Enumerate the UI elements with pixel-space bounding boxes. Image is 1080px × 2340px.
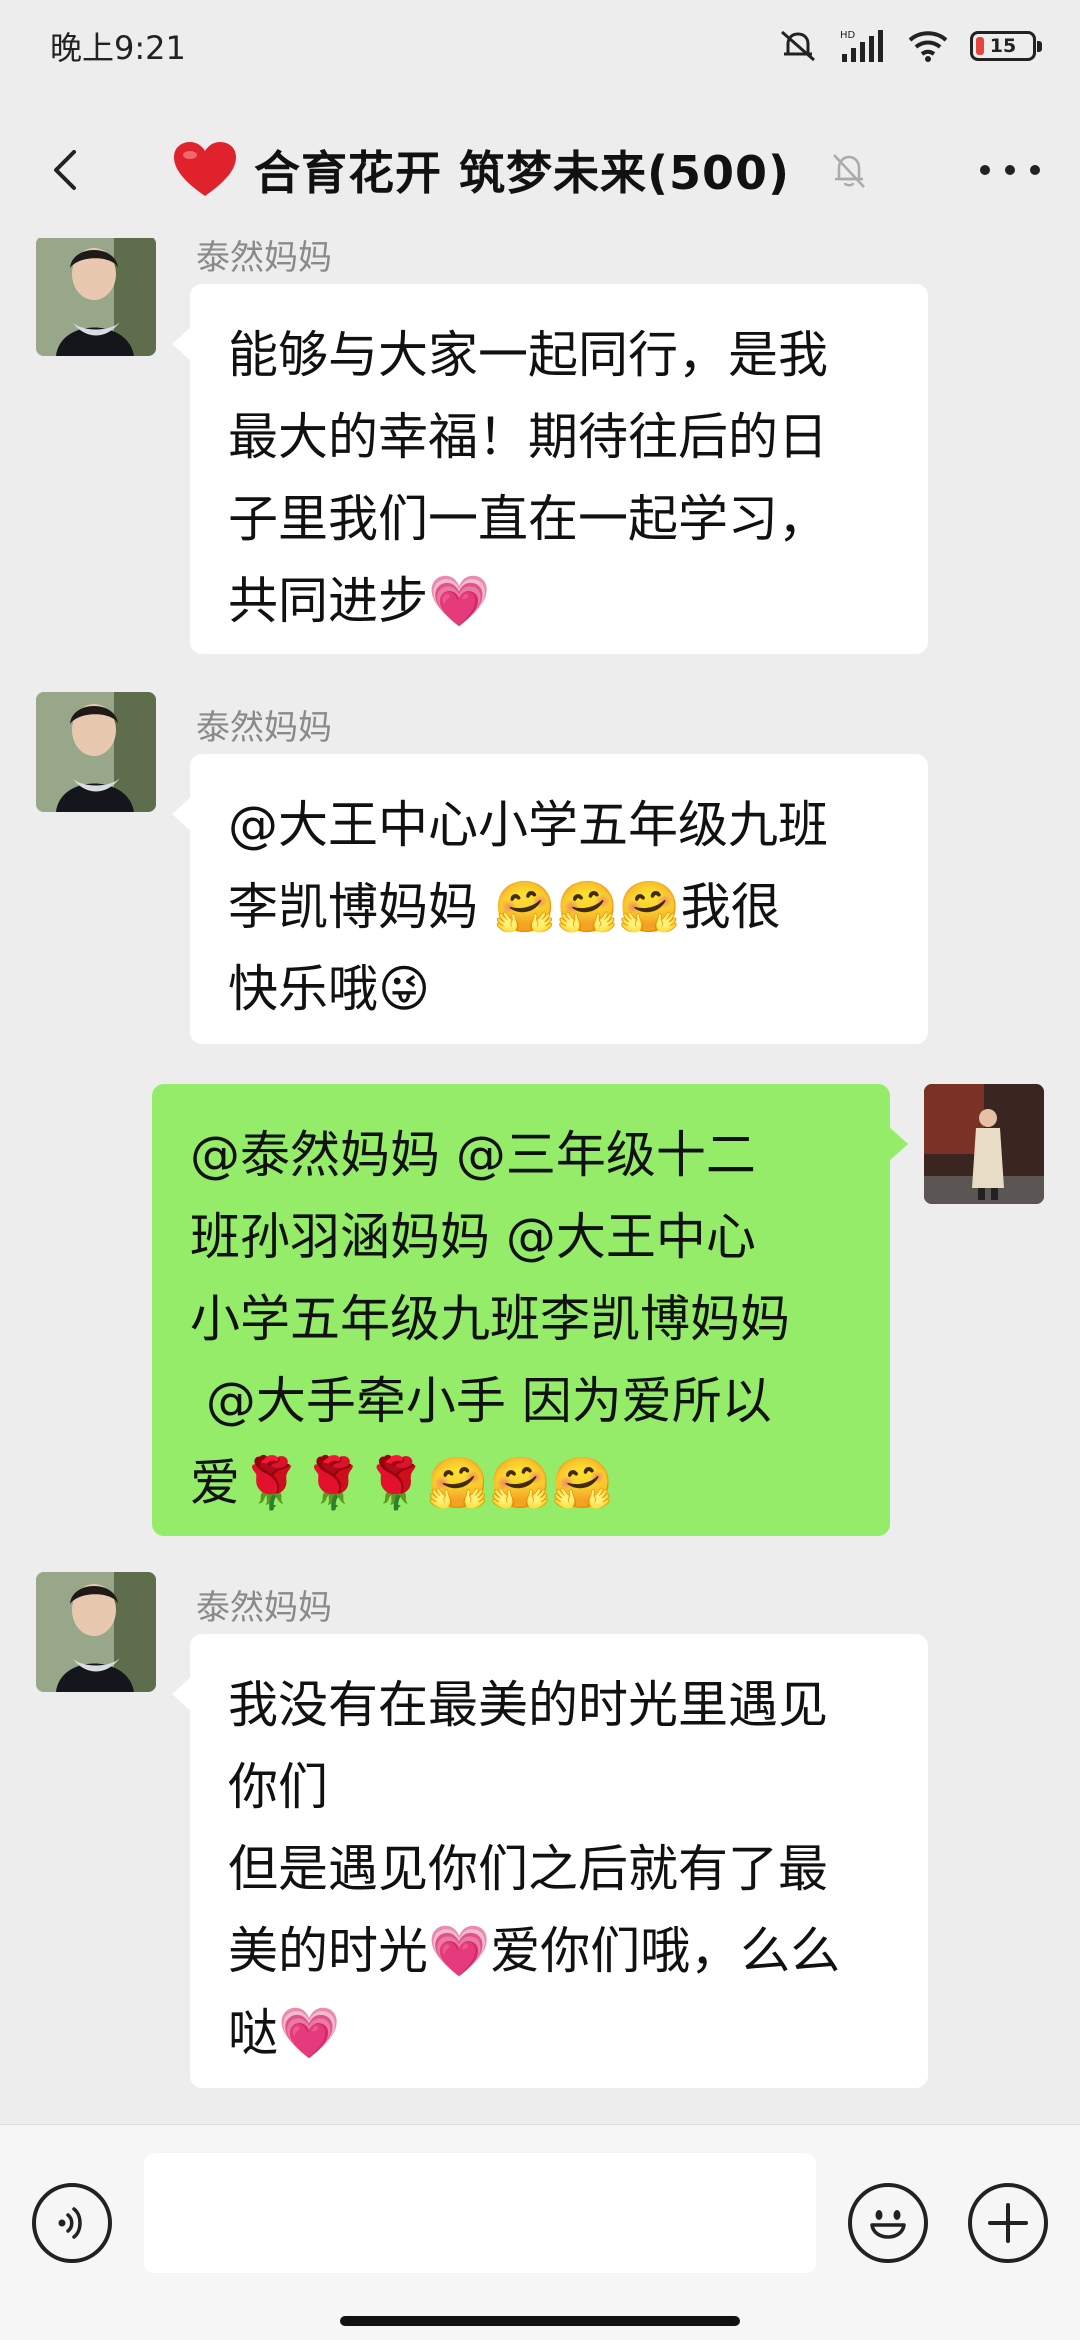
plus-sign-icon bbox=[988, 2203, 1028, 2243]
voice-wave-icon bbox=[58, 2207, 82, 2239]
emoji-icon[interactable] bbox=[848, 2183, 928, 2263]
chat-title: 合育花开 筑梦未来(500) bbox=[254, 146, 791, 200]
battery-fill bbox=[976, 37, 984, 55]
more-dot bbox=[980, 165, 990, 175]
avatar[interactable] bbox=[36, 692, 156, 812]
chat-input-bar bbox=[0, 2124, 1080, 2340]
bell-off-icon bbox=[833, 154, 866, 188]
message-bubble[interactable]: 能够与大家一起同行，是我 最大的幸福！期待往后的日 子里我们一直在一起学习， 共… bbox=[172, 284, 928, 654]
network-hd-label: HD bbox=[840, 30, 856, 41]
avatar[interactable] bbox=[36, 1572, 156, 1692]
status-time: 晚上9:21 bbox=[50, 29, 186, 67]
avatar-woman-image bbox=[36, 1572, 156, 1692]
status-icons: HD 15 bbox=[778, 28, 1042, 64]
message-bubble-self[interactable]: @泰然妈妈 @三年级十二 班孙羽涵妈妈 @大王中心 小学五年级九班李凯博妈妈 @… bbox=[152, 1084, 908, 1536]
message-bubble[interactable]: @大王中心小学五年级九班 李凯博妈妈 🤗🤗🤗我很 快乐哦😜 bbox=[172, 754, 928, 1044]
avatar-woman-image bbox=[36, 238, 156, 356]
battery-level: 15 bbox=[989, 35, 1017, 57]
more-dot bbox=[1005, 165, 1015, 175]
status-bar: 晚上9:21 HD 15 bbox=[0, 0, 1080, 92]
avatar-woman-image bbox=[36, 692, 156, 812]
avatar-self[interactable] bbox=[924, 1084, 1044, 1204]
chat-header: 合育花开 筑梦未来(500) bbox=[0, 120, 1080, 220]
message-bubble[interactable]: 我没有在最美的时光里遇见 你们 但是遇见你们之后就有了最 美的时光💗爱你们哦，么… bbox=[172, 1634, 928, 2088]
sender-name: 泰然妈妈 bbox=[196, 238, 332, 278]
chat-title-area[interactable]: 合育花开 筑梦未来(500) bbox=[172, 138, 870, 202]
sender-name: 泰然妈妈 bbox=[196, 1588, 332, 1628]
signal-hd-icon: HD bbox=[840, 30, 883, 62]
voice-icon[interactable] bbox=[32, 2183, 112, 2263]
mute-notification-icon bbox=[781, 30, 815, 62]
red-heart-emoji-icon bbox=[174, 142, 236, 196]
more-dot bbox=[1030, 165, 1040, 175]
message-list[interactable]: 泰然妈妈 能够与大家一起同行，是我 最大的幸福！期待往后的日 子里我们一直在一起… bbox=[0, 238, 1080, 2123]
sender-name: 泰然妈妈 bbox=[196, 708, 332, 748]
home-indicator[interactable] bbox=[340, 2316, 740, 2326]
more-dots-icon[interactable] bbox=[980, 142, 1040, 198]
battery-icon: 15 bbox=[970, 31, 1042, 61]
message-input[interactable] bbox=[144, 2153, 816, 2273]
chevron-left-icon[interactable] bbox=[40, 142, 96, 198]
avatar-man-image bbox=[924, 1084, 1044, 1204]
wifi-icon bbox=[908, 31, 948, 62]
avatar[interactable] bbox=[36, 238, 156, 356]
smile-face-icon bbox=[870, 2210, 906, 2239]
plus-icon[interactable] bbox=[968, 2183, 1048, 2263]
